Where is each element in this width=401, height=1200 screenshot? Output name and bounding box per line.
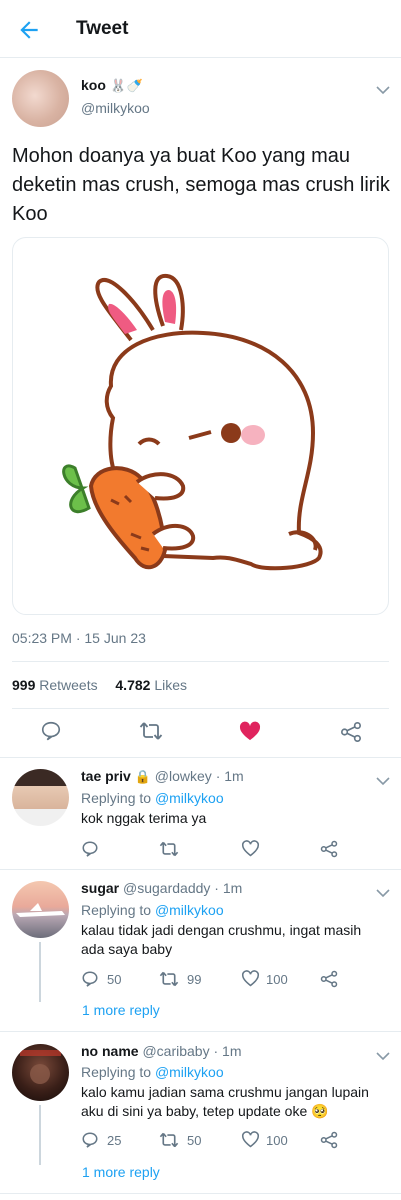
reply-text: kalo kamu jadian sama crushmu jangan lup… — [81, 1084, 369, 1119]
like-heart-icon[interactable] — [241, 970, 260, 987]
author-handle[interactable]: @milkykoo — [81, 100, 150, 116]
replying-to-link[interactable]: @milkykoo — [155, 1064, 224, 1080]
lock-icon: 🔒 — [134, 769, 151, 784]
divider — [0, 757, 401, 758]
reply-handle[interactable]: @lowkey — [155, 768, 212, 784]
reply-time: · 1m — [213, 1043, 242, 1059]
share-icon[interactable] — [320, 970, 338, 988]
reply-icon[interactable] — [81, 840, 99, 858]
retweet-count: 99 — [187, 972, 202, 987]
top-bar: Tweet — [0, 0, 401, 58]
more-replies-link[interactable]: 1 more reply — [82, 1164, 160, 1180]
reply-handle[interactable]: @sugardaddy — [123, 880, 210, 896]
replying-to: Replying to @milkykoo — [81, 790, 224, 806]
share-icon[interactable] — [320, 1131, 338, 1149]
like-heart-icon[interactable] — [241, 840, 260, 857]
replying-to-link[interactable]: @milkykoo — [155, 902, 224, 918]
retweets-stat[interactable]: 999 Retweets — [12, 677, 98, 693]
chevron-down-icon[interactable] — [376, 82, 390, 95]
reply-author-name[interactable]: tae priv — [81, 768, 131, 784]
author-name: koo — [81, 77, 106, 93]
retweet-icon[interactable] — [159, 970, 179, 988]
reply-count: 50 — [107, 972, 122, 987]
replying-to-link[interactable]: @milkykoo — [155, 790, 224, 806]
reply-author-name[interactable]: no name — [81, 1043, 139, 1059]
divider — [12, 661, 389, 662]
retweet-icon[interactable] — [159, 840, 179, 858]
like-heart-icon[interactable] — [239, 721, 261, 741]
reply-icon[interactable] — [81, 970, 99, 988]
reply-text: kalau tidak jadi dengan crushmu, ingat m… — [81, 922, 362, 957]
replying-to: Replying to @milkykoo — [81, 1064, 224, 1080]
bunny-carrot-illustration — [62, 273, 323, 571]
reply-author-name[interactable]: sugar — [81, 880, 119, 896]
reply-avatar[interactable] — [12, 1044, 69, 1101]
divider — [0, 1031, 401, 1032]
reply-avatar[interactable] — [12, 881, 69, 938]
divider — [0, 869, 401, 870]
page-title: Tweet — [76, 18, 129, 39]
author-emoji: 🐰🍼 — [110, 78, 143, 93]
thread-line — [39, 942, 41, 1002]
chevron-down-icon[interactable] — [376, 773, 390, 786]
reply-count: 25 — [107, 1133, 122, 1148]
reply-time: · 1m — [215, 768, 244, 784]
replying-to: Replying to @milkykoo — [81, 902, 224, 918]
tweet-timestamp: 05:23 PM · 15 Jun 23 — [12, 630, 146, 646]
share-icon[interactable] — [340, 721, 362, 743]
date-separator: · — [75, 630, 81, 646]
tweet-time: 05:23 PM — [12, 630, 72, 646]
more-replies-link[interactable]: 1 more reply — [82, 1002, 160, 1018]
retweet-icon[interactable] — [139, 720, 163, 742]
reply-avatar[interactable] — [12, 769, 69, 826]
likes-stat[interactable]: 4.782 Likes — [115, 677, 187, 693]
reply-header: sugar @sugardaddy · 1m — [81, 880, 242, 896]
author-name-row[interactable]: koo 🐰🍼 — [81, 77, 143, 95]
reply-text: kok nggak terima ya — [81, 810, 207, 826]
tweet-image[interactable] — [12, 237, 389, 615]
retweet-icon[interactable] — [159, 1131, 179, 1149]
reply-icon[interactable] — [40, 720, 62, 742]
thread-line — [39, 1105, 41, 1165]
chevron-down-icon[interactable] — [376, 1048, 390, 1061]
chevron-down-icon[interactable] — [376, 885, 390, 898]
like-heart-icon[interactable] — [241, 1131, 260, 1148]
share-icon[interactable] — [320, 840, 338, 858]
reply-icon[interactable] — [81, 1131, 99, 1149]
tweet-text: Mohon doanya ya buat Koo yang mau deketi… — [12, 145, 390, 225]
divider — [12, 708, 389, 709]
like-count: 100 — [266, 1133, 288, 1148]
reply-header: no name @caribaby · 1m — [81, 1043, 242, 1059]
divider — [0, 1193, 401, 1194]
tweet-stats: 999 Retweets 4.782 Likes — [12, 677, 187, 693]
reply-time: · 1m — [214, 880, 243, 896]
tweet-date: 15 Jun 23 — [84, 630, 146, 646]
reply-header: tae priv 🔒 @lowkey · 1m — [81, 768, 244, 785]
like-count: 100 — [266, 972, 288, 987]
reply-handle[interactable]: @caribaby — [142, 1043, 209, 1059]
author-avatar[interactable] — [12, 70, 69, 127]
back-arrow-icon[interactable] — [16, 17, 42, 43]
retweet-count: 50 — [187, 1133, 202, 1148]
